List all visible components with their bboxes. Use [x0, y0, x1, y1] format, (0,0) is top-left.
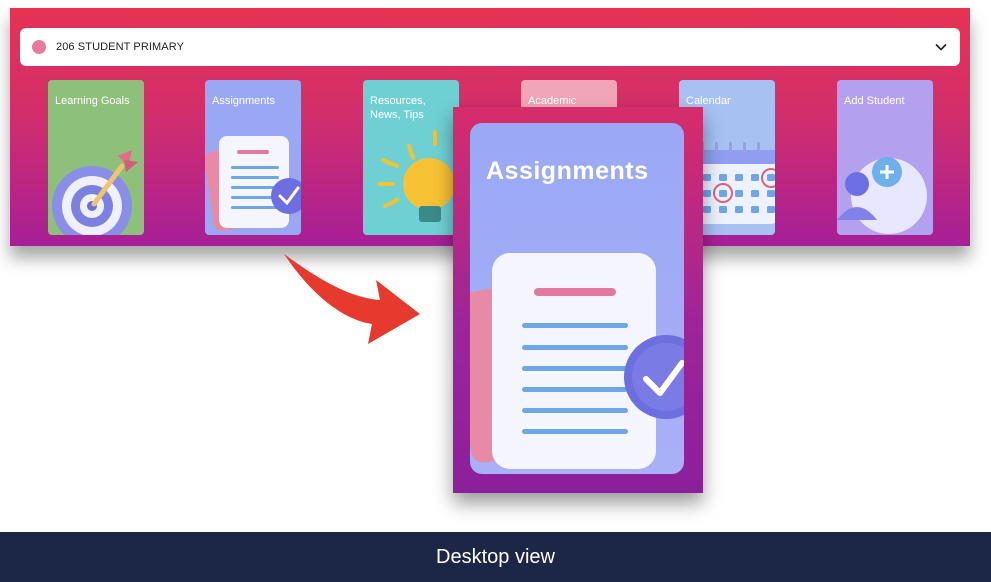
- card-label: Learning Goals: [55, 95, 130, 107]
- card-label: Assignments: [212, 95, 275, 107]
- zoomed-card-assignments[interactable]: Assignments: [470, 123, 684, 474]
- student-selector-label: 206 STUDENT PRIMARY: [56, 41, 185, 53]
- caption-text: Desktop view: [436, 545, 555, 568]
- card-label: Academic: [528, 95, 577, 107]
- student-color-dot: [32, 40, 46, 54]
- card-label: Calendar: [686, 95, 731, 107]
- card-label: Add Student: [844, 95, 905, 107]
- card-label: Resources, News, Tips: [370, 95, 426, 121]
- document-check-icon: [470, 253, 684, 469]
- student-selector[interactable]: 206 STUDENT PRIMARY: [20, 28, 960, 66]
- curved-arrow-icon: [284, 254, 420, 344]
- card-assignments[interactable]: Assignments: [205, 80, 301, 235]
- zoomed-card-frame: Assignments: [453, 107, 703, 493]
- caption-bar: Desktop view: [0, 532, 991, 582]
- card-learning-goals[interactable]: Learning Goals: [48, 80, 144, 235]
- card-resources-news-tips[interactable]: Resources, News, Tips: [363, 80, 459, 235]
- chevron-down-icon: [935, 43, 947, 51]
- card-add-student[interactable]: Add Student: [837, 80, 933, 235]
